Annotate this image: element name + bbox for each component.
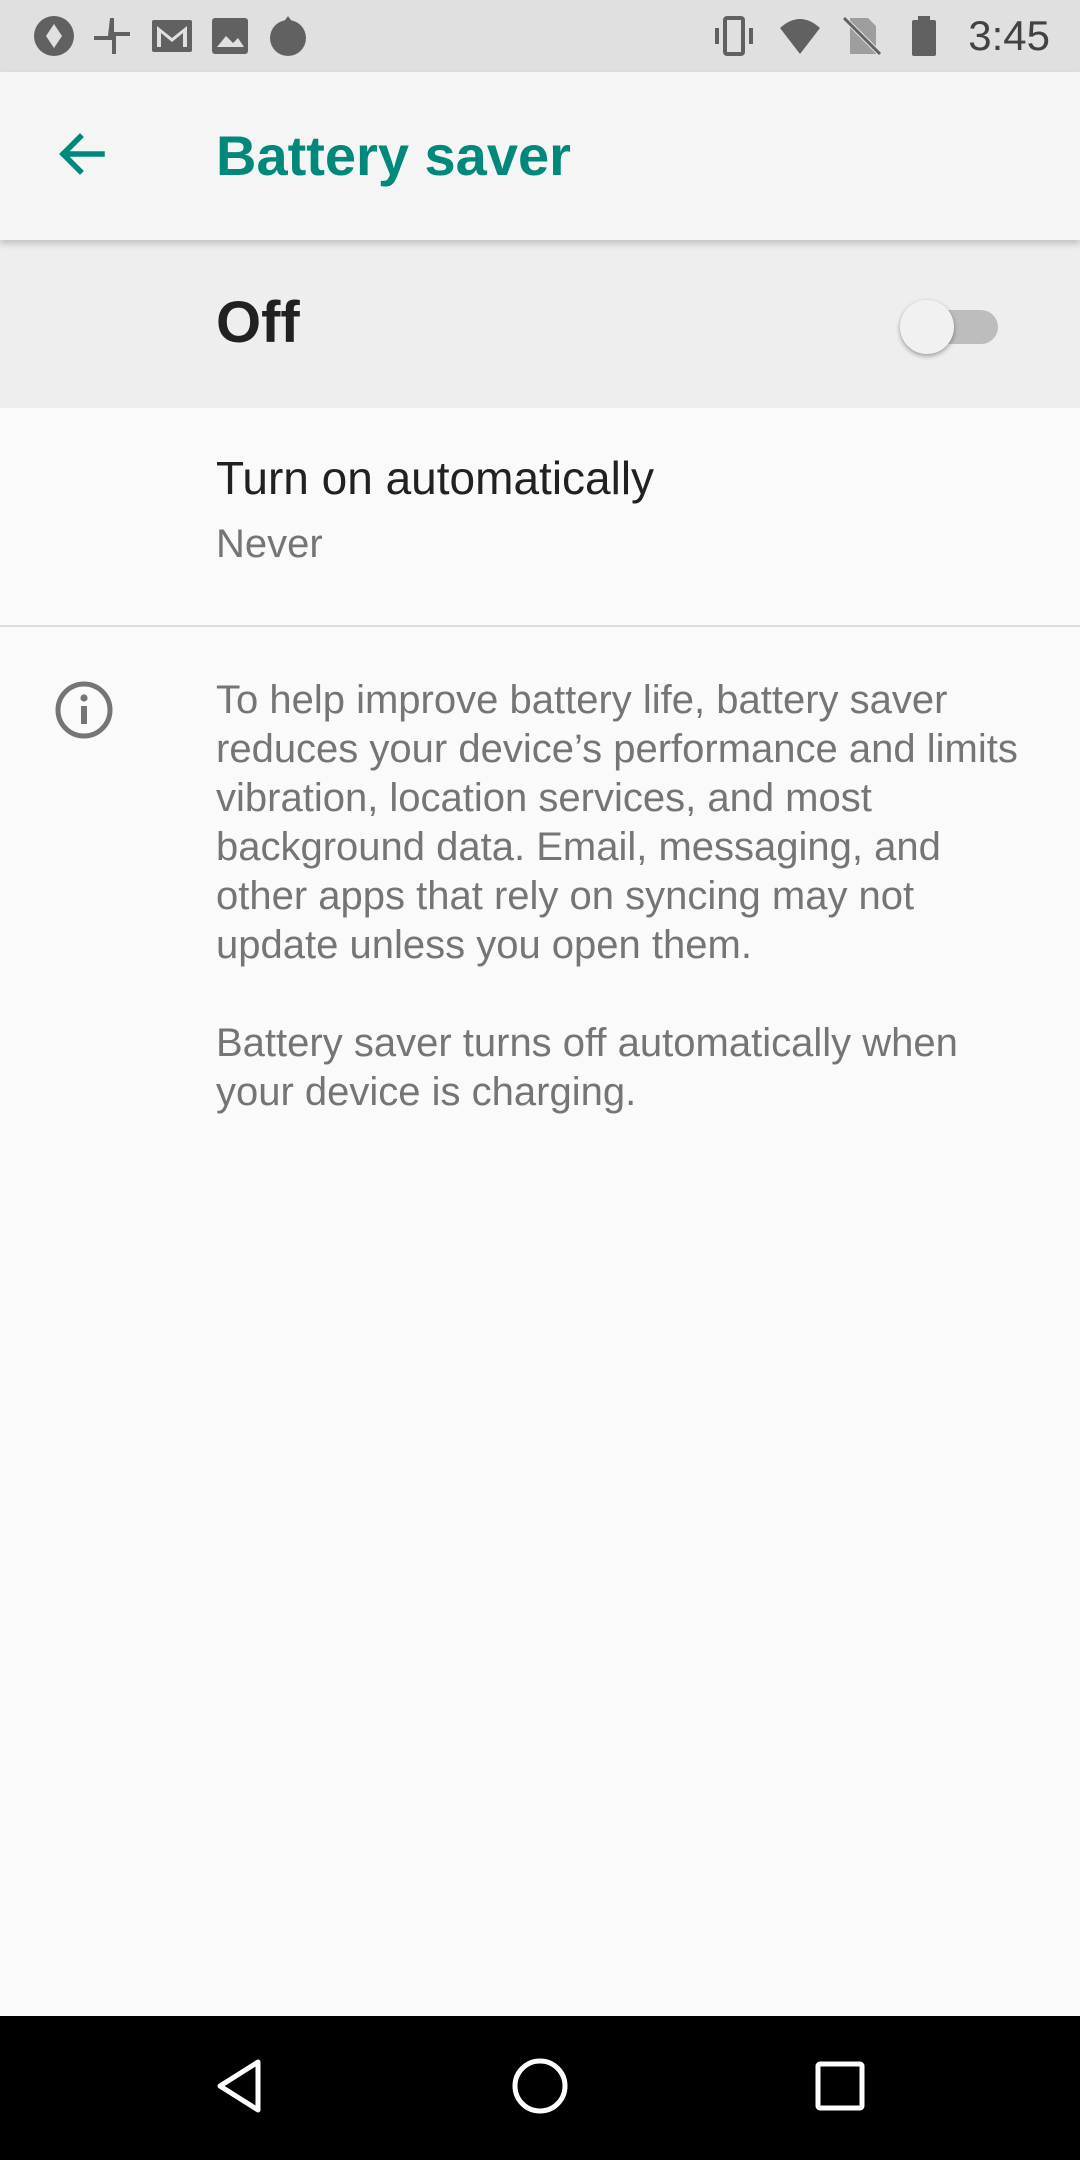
back-button[interactable] xyxy=(40,114,124,198)
status-bar: 3:45 xyxy=(0,0,1080,72)
app-bar: Battery saver xyxy=(0,72,1080,240)
pref-summary: Never xyxy=(216,522,323,566)
nav-back-button[interactable] xyxy=(200,2048,280,2128)
vibrate-icon xyxy=(712,14,756,58)
navigation-bar xyxy=(0,2016,1080,2160)
toggle-thumb xyxy=(900,300,954,354)
pref-title: Turn on automatically xyxy=(216,452,655,504)
flame-icon xyxy=(266,14,310,58)
no-sim-icon xyxy=(840,14,884,58)
home-circle-icon xyxy=(510,2056,570,2121)
wifi-icon xyxy=(778,14,822,58)
arrow-back-icon xyxy=(54,126,110,187)
recents-square-icon xyxy=(810,2056,870,2121)
info-text: To help improve battery life, battery sa… xyxy=(216,676,1036,1117)
notification-app-icon xyxy=(32,14,76,58)
info-paragraph: Battery saver turns off automatically wh… xyxy=(216,1021,958,1114)
nav-home-button[interactable] xyxy=(500,2048,580,2128)
page-title: Battery saver xyxy=(216,124,571,187)
divider xyxy=(0,625,1080,627)
image-icon xyxy=(208,14,252,58)
gmail-icon xyxy=(150,14,194,58)
info-paragraph: To help improve battery life, battery sa… xyxy=(216,678,1018,967)
status-time: 3:45 xyxy=(968,12,1050,59)
back-triangle-icon xyxy=(210,2056,270,2121)
master-switch-label: Off xyxy=(216,290,300,355)
master-switch-row[interactable]: Off xyxy=(0,240,1080,408)
turn-on-automatically-item[interactable]: Turn on automatically Never xyxy=(0,408,1080,626)
battery-saver-toggle[interactable] xyxy=(900,300,1000,354)
battery-icon xyxy=(902,14,946,58)
nav-recents-button[interactable] xyxy=(800,2048,880,2128)
info-icon xyxy=(54,680,114,740)
pinwheel-icon xyxy=(90,14,134,58)
